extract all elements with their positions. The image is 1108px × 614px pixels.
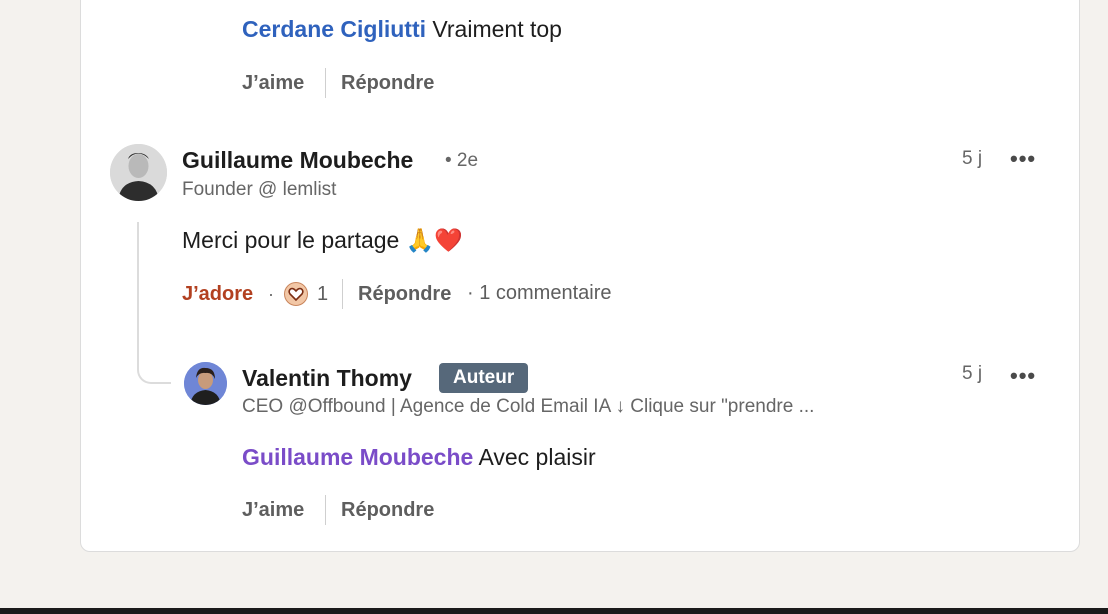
like-button[interactable]: J’aime — [242, 499, 304, 522]
comment-author-name[interactable]: Guillaume Moubeche — [182, 147, 413, 174]
reaction-button[interactable]: J’adore — [182, 283, 253, 306]
reply-text: Guillaume Moubeche Avec plaisir — [242, 444, 596, 471]
action-separator — [325, 495, 326, 525]
comment-author-headline: Founder @ lemlist — [182, 179, 337, 200]
comment-text: Merci pour le partage 🙏❤️ — [182, 227, 463, 253]
reply-body: Avec plaisir — [478, 444, 596, 470]
person-avatar-icon — [184, 362, 227, 405]
reaction-count[interactable]: 1 — [317, 283, 328, 306]
author-badge: Auteur — [439, 363, 529, 393]
connection-degree: • 2e — [445, 150, 479, 171]
reply-author-headline: CEO @Offbound | Agence de Cold Email IA … — [242, 396, 815, 417]
reply-button[interactable]: Répondre — [358, 283, 451, 306]
comment-timestamp: 5 j — [962, 148, 983, 169]
comments-count-link[interactable]: · 1 commentaire — [467, 282, 612, 305]
mention-link[interactable]: Guillaume Moubeche — [242, 444, 473, 470]
mention-link[interactable]: Cerdane Cigliutti — [242, 16, 426, 42]
window-bottom-edge — [0, 608, 1108, 614]
action-separator — [325, 68, 326, 98]
heart-reaction-icon[interactable] — [284, 282, 308, 306]
reply-button[interactable]: Répondre — [341, 499, 434, 522]
more-options-icon[interactable]: ••• — [1010, 146, 1036, 172]
heart-icon — [288, 287, 304, 302]
avatar[interactable] — [184, 362, 227, 405]
reply-body: Vraiment top — [432, 16, 562, 42]
more-options-icon[interactable]: ••• — [1010, 363, 1036, 389]
avatar[interactable] — [110, 144, 167, 201]
person-avatar-icon — [110, 144, 167, 201]
thread-connector — [137, 350, 171, 384]
reply-timestamp: 5 j — [962, 363, 983, 384]
top-reply-text: Cerdane Cigliutti Vraiment top — [242, 16, 562, 43]
reply-button[interactable]: Répondre — [341, 72, 434, 95]
reply-author-name[interactable]: Valentin Thomy — [242, 365, 412, 392]
like-button[interactable]: J’aime — [242, 72, 304, 95]
action-separator — [342, 279, 343, 309]
thread-line — [137, 222, 139, 368]
reaction-dot: · — [268, 284, 274, 304]
